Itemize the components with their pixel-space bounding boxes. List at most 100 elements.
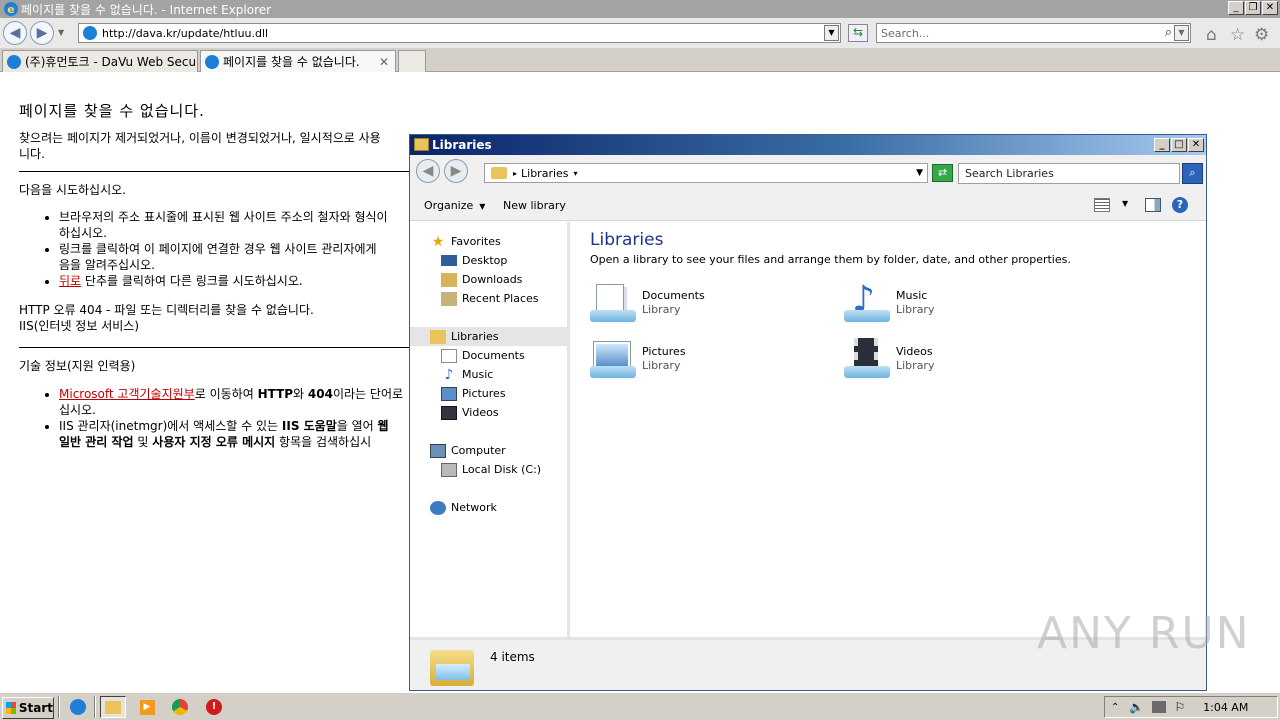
explorer-toolbar: Organize ▼ New library ▼ ?: [410, 189, 1206, 221]
computer-icon: [430, 443, 446, 458]
sidebar-item-libraries[interactable]: Libraries: [410, 327, 567, 346]
documents-library-icon: [590, 282, 636, 328]
explorer-maximize-button[interactable]: □: [1171, 138, 1187, 152]
breadcrumb-libraries[interactable]: Libraries: [521, 167, 569, 180]
list-item: Microsoft 고객기술지원부로 이동하여 HTTP와 404이라는 단어로…: [59, 386, 412, 418]
explorer-search-input[interactable]: Search Libraries: [958, 163, 1180, 184]
search-dropdown-icon[interactable]: ▼: [1174, 25, 1189, 41]
sidebar-item-computer[interactable]: Computer: [410, 441, 567, 460]
network-tray-icon[interactable]: [1152, 701, 1167, 713]
pictures-icon: [441, 386, 457, 401]
explorer-forward-arrow-icon[interactable]: ▶: [444, 159, 468, 183]
sidebar-item-network[interactable]: Network: [410, 498, 567, 517]
sidebar-item-recent-places[interactable]: Recent Places: [410, 289, 567, 308]
new-library-button[interactable]: New library: [503, 199, 566, 212]
ie-title-bar: e 페이지를 찾을 수 없습니다. - Internet Explorer _ …: [0, 0, 1280, 18]
music-note-icon: ♪: [444, 366, 454, 383]
search-input[interactable]: Search... ⌕ ▼: [876, 23, 1191, 43]
back-arrow-icon[interactable]: ◀: [3, 21, 27, 45]
tab-close-icon[interactable]: ✕: [379, 55, 389, 69]
taskbar: Start ▶ ! ⌃ 🔈 ⚐ 1:04 AM: [0, 692, 1280, 720]
tab-label: 페이지를 찾을 수 없습니다.: [223, 55, 360, 69]
explorer-title-bar: Libraries _ □ ✕: [410, 135, 1206, 155]
library-pictures[interactable]: Pictures Library: [590, 338, 686, 384]
sidebar-item-documents[interactable]: Documents: [410, 346, 567, 365]
explorer-taskbar-icon[interactable]: [100, 696, 126, 718]
help-icon[interactable]: ?: [1172, 197, 1188, 213]
downloads-folder-icon: [441, 272, 457, 287]
page-heading: 페이지를 찾을 수 없습니다.: [19, 102, 205, 120]
compat-refresh-icon[interactable]: ⇆: [848, 24, 868, 42]
hard-drive-icon: [441, 462, 457, 477]
address-bar[interactable]: http://dava.kr/update/htluu.dll ▼: [78, 23, 841, 43]
change-view-icon[interactable]: [1094, 198, 1110, 212]
home-icon[interactable]: ⌂: [1206, 25, 1217, 45]
sidebar-item-favorites[interactable]: ★ Favorites: [410, 232, 567, 251]
intro-line-1: 찾으려는 페이지가 제거되었거나, 이름이 변경되었거나, 일시적으로 사용: [19, 131, 381, 145]
tab-davu[interactable]: (주)휴먼토크 - DaVu Web Secu...: [2, 50, 198, 72]
ie-taskbar-icon[interactable]: [65, 696, 91, 718]
sidebar-item-music[interactable]: ♪ Music: [410, 365, 567, 384]
chrome-taskbar-icon[interactable]: [167, 696, 193, 718]
content-title: Libraries: [590, 230, 664, 250]
libraries-folder-icon: [414, 138, 429, 151]
videos-library-icon: [844, 338, 890, 384]
organize-button[interactable]: Organize ▼: [424, 199, 485, 212]
search-icon[interactable]: ⌕: [1165, 25, 1172, 40]
ie-tab-icon: [7, 54, 21, 69]
explorer-search-placeholder: Search Libraries: [965, 167, 1054, 180]
ie-window-title: 페이지를 찾을 수 없습니다. - Internet Explorer: [21, 2, 272, 17]
sidebar-item-videos[interactable]: Videos: [410, 403, 567, 422]
recent-pages-dropdown-icon[interactable]: ▼: [58, 28, 64, 37]
tab-not-found[interactable]: 페이지를 찾을 수 없습니다. ✕: [200, 50, 396, 72]
taskbar-divider: [58, 696, 60, 718]
library-type: Library: [896, 303, 935, 316]
minimize-button[interactable]: _: [1228, 1, 1244, 15]
chevron-down-icon[interactable]: ▾: [574, 169, 578, 178]
explorer-close-button[interactable]: ✕: [1188, 138, 1204, 152]
refresh-icon[interactable]: ⇄: [932, 164, 953, 182]
library-documents[interactable]: Documents Library: [590, 282, 705, 328]
library-videos[interactable]: Videos Library: [844, 338, 934, 384]
page-icon: [83, 26, 97, 40]
address-dropdown-icon[interactable]: ▼: [824, 25, 839, 41]
close-button[interactable]: ✕: [1262, 1, 1278, 15]
sidebar-item-pictures[interactable]: Pictures: [410, 384, 567, 403]
show-hidden-icons[interactable]: ⌃: [1111, 702, 1119, 713]
start-button[interactable]: Start: [2, 697, 54, 719]
folder-icon: [491, 167, 507, 179]
library-music[interactable]: ♪ Music Library: [844, 282, 934, 328]
volume-icon[interactable]: 🔈: [1129, 700, 1144, 714]
media-player-taskbar-icon[interactable]: ▶: [134, 696, 160, 718]
breadcrumb[interactable]: ▸ Libraries ▾ ▼: [484, 163, 928, 183]
new-tab-button[interactable]: [398, 50, 426, 72]
tools-gear-icon[interactable]: ⚙: [1254, 25, 1269, 45]
sidebar-item-desktop[interactable]: Desktop: [410, 251, 567, 270]
opera-taskbar-icon[interactable]: !: [201, 696, 227, 718]
tab-bar: (주)휴먼토크 - DaVu Web Secu... 페이지를 찾을 수 없습니…: [0, 48, 1280, 72]
sidebar-item-downloads[interactable]: Downloads: [410, 270, 567, 289]
view-options-dropdown-icon[interactable]: ▼: [1122, 199, 1128, 208]
pictures-library-icon: [590, 338, 636, 384]
divider: [19, 347, 411, 348]
history-dropdown-icon[interactable]: ▼: [916, 168, 923, 178]
sidebar-item-local-disk[interactable]: Local Disk (C:): [410, 460, 567, 479]
forward-arrow-icon[interactable]: ▶: [30, 21, 54, 45]
favorites-star-icon[interactable]: ☆: [1230, 25, 1245, 45]
desktop-icon: [441, 255, 457, 266]
action-center-flag-icon[interactable]: ⚐: [1174, 700, 1185, 714]
address-text: http://dava.kr/update/htluu.dll: [102, 26, 269, 40]
support-link[interactable]: Microsoft 고객기술지원부: [59, 387, 195, 401]
chevron-right-icon[interactable]: ▸: [513, 169, 517, 178]
restore-button[interactable]: ❐: [1245, 1, 1261, 15]
back-link[interactable]: 뒤로: [59, 274, 81, 288]
explorer-minimize-button[interactable]: _: [1154, 138, 1170, 152]
content-pane: Libraries Open a library to see your fil…: [573, 222, 1206, 637]
ie-logo-icon: e: [4, 2, 18, 16]
preview-pane-icon[interactable]: [1145, 198, 1161, 212]
explorer-search-icon[interactable]: ⌕: [1182, 163, 1203, 184]
clock[interactable]: 1:04 AM: [1203, 701, 1248, 714]
library-name: Music: [896, 289, 928, 302]
list-item: IIS 관리자(inetmgr)에서 액세스할 수 있는 IIS 도움말을 열어…: [59, 418, 412, 450]
explorer-back-arrow-icon[interactable]: ◀: [416, 159, 440, 183]
